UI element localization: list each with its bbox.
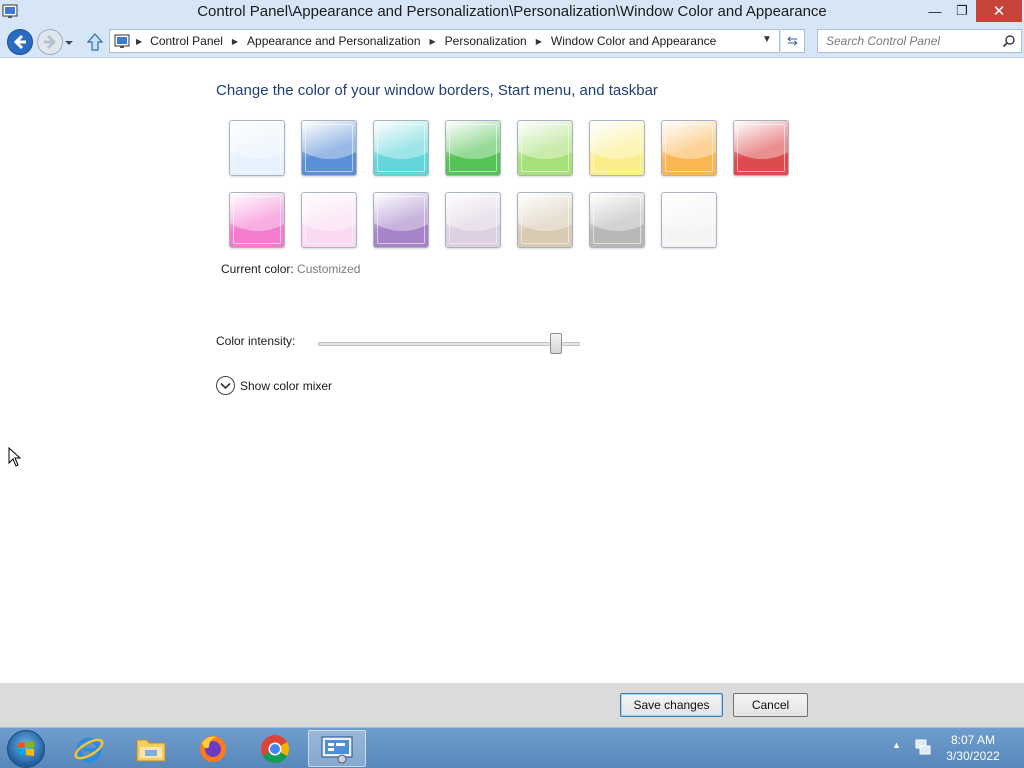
refresh-icon: ⇆ — [787, 33, 798, 48]
search-icon[interactable] — [1002, 34, 1016, 48]
forward-button[interactable] — [37, 29, 63, 55]
back-button[interactable] — [7, 29, 33, 55]
folder-icon — [136, 739, 166, 761]
color-swatch-sea-foam[interactable] — [373, 120, 429, 176]
breadcrumb-arrow-icon[interactable]: ▶ — [536, 37, 542, 46]
color-intensity-slider-thumb[interactable] — [550, 333, 562, 354]
breadcrumb-appearance-personalization[interactable]: Appearance and Personalization — [247, 34, 420, 48]
firefox-icon — [200, 735, 226, 762]
taskbar: ▲ 8:07 AM 3/30/2022 — [0, 727, 1024, 768]
current-color-value: Customized — [297, 262, 361, 276]
color-swatch-lemon[interactable] — [589, 120, 645, 176]
windows-logo-icon — [18, 741, 34, 756]
show-color-mixer-label: Show color mixer — [240, 378, 333, 393]
search-input[interactable] — [818, 30, 998, 52]
color-swatch-lavender[interactable] — [445, 192, 501, 248]
arrow-right-icon — [44, 34, 57, 50]
breadcrumb-arrow-icon[interactable]: ▶ — [136, 37, 142, 46]
system-clock[interactable]: 8:07 AM 3/30/2022 — [937, 732, 1009, 764]
start-button[interactable] — [7, 730, 45, 768]
mouse-pointer-icon — [8, 447, 22, 467]
navigation-bar: ▶ Control Panel ▶ Appearance and Persona… — [0, 24, 1024, 58]
window-title: Control Panel\Appearance and Personaliza… — [197, 3, 827, 20]
cancel-button[interactable]: Cancel — [733, 693, 808, 717]
breadcrumb-arrow-icon[interactable]: ▶ — [232, 37, 238, 46]
color-swatch-chocolate-gray[interactable] — [589, 192, 645, 248]
color-swatch-violet[interactable] — [373, 192, 429, 248]
clock-time: 8:07 AM — [950, 733, 996, 747]
up-arrow-icon[interactable] — [86, 32, 104, 52]
show-color-mixer-toggle[interactable]: Show color mixer — [216, 376, 332, 395]
color-swatch-frost[interactable] — [661, 192, 717, 248]
current-color: Current color: Customized — [221, 262, 360, 276]
restore-button[interactable]: ❐ — [949, 0, 975, 22]
show-hidden-icons-icon[interactable]: ▲ — [892, 740, 901, 750]
chevron-down-icon — [216, 376, 235, 395]
arrow-left-icon — [13, 34, 26, 50]
control-panel-icon — [114, 34, 130, 48]
internet-explorer-icon — [74, 737, 104, 762]
address-bar[interactable]: ▶ Control Panel ▶ Appearance and Persona… — [109, 29, 780, 53]
color-swatch-sky[interactable] — [229, 120, 285, 176]
taskbar-firefox[interactable] — [186, 730, 240, 767]
color-intensity-label: Color intensity: — [216, 334, 296, 348]
chrome-icon — [261, 734, 289, 763]
save-changes-button[interactable]: Save changes — [620, 693, 723, 717]
minimize-button[interactable]: — — [921, 0, 949, 22]
page-heading: Change the color of your window borders,… — [216, 82, 658, 99]
color-intensity-slider[interactable] — [318, 342, 580, 346]
network-icon[interactable] — [914, 738, 932, 756]
breadcrumb-control-panel[interactable]: Control Panel — [150, 34, 223, 48]
color-swatch-twilight[interactable] — [301, 120, 357, 176]
taskbar-internet-explorer[interactable] — [62, 730, 116, 767]
color-swatch-pumpkin[interactable] — [661, 120, 717, 176]
taskbar-control-panel[interactable] — [308, 730, 366, 767]
color-swatch-lime[interactable] — [517, 120, 573, 176]
button-bar: Save changes Cancel — [0, 683, 1024, 727]
breadcrumb-personalization[interactable]: Personalization — [445, 34, 527, 48]
color-swatch-ruby[interactable] — [733, 120, 789, 176]
breadcrumb: ▶ Control Panel ▶ Appearance and Persona… — [134, 30, 716, 52]
clock-date: 3/30/2022 — [946, 749, 1000, 763]
taskbar-chrome[interactable] — [248, 730, 302, 767]
color-swatch-fuchsia[interactable] — [229, 192, 285, 248]
control-panel-icon — [321, 735, 353, 763]
address-dropdown-icon[interactable]: ▼ — [762, 34, 772, 45]
close-button[interactable]: ✕ — [976, 0, 1022, 22]
color-swatch-leaf[interactable] — [445, 120, 501, 176]
color-swatch-blush[interactable] — [301, 192, 357, 248]
search-box[interactable] — [817, 29, 1022, 53]
current-color-label: Current color: — [221, 262, 294, 276]
title-bar: Control Panel\Appearance and Personaliza… — [0, 0, 1024, 24]
recent-locations-chevron-icon[interactable] — [64, 38, 74, 48]
refresh-button[interactable]: ⇆ — [781, 29, 805, 53]
breadcrumb-arrow-icon[interactable]: ▶ — [430, 37, 436, 46]
breadcrumb-window-color[interactable]: Window Color and Appearance — [551, 34, 716, 48]
color-swatch-taupe[interactable] — [517, 192, 573, 248]
taskbar-file-explorer[interactable] — [124, 730, 178, 767]
